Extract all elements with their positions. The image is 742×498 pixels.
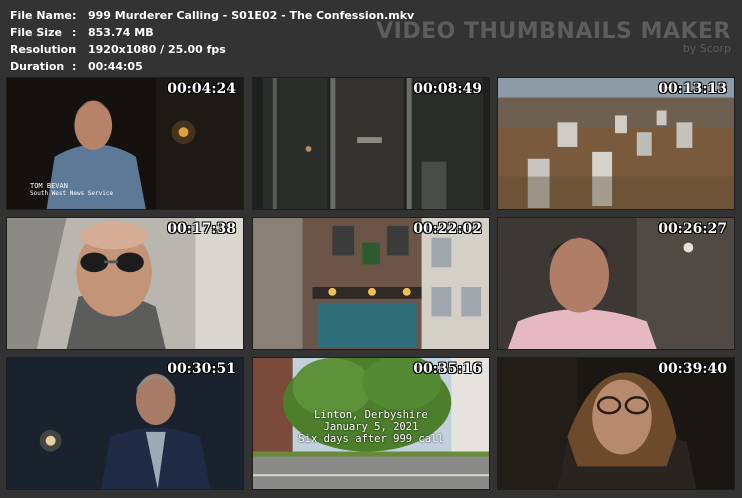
file-info-panel: File Name: 999 Murderer Calling - S01E02 … [10, 7, 414, 75]
thumbnail-5[interactable]: 00:22:02 [252, 217, 490, 350]
lower-third-role: South West News Service [30, 190, 114, 197]
timestamp: 00:17:38 [167, 221, 236, 237]
timestamp: 00:35:16 [413, 361, 482, 377]
file-name-label: File Name [10, 9, 72, 22]
file-name-row: File Name: 999 Murderer Calling - S01E02 … [10, 7, 414, 24]
timestamp: 00:30:51 [167, 361, 236, 377]
scene-aerial-city [498, 78, 734, 209]
thumbnail-8[interactable]: 00:35:16 Linton, Derbyshire January 5, 2… [252, 357, 490, 490]
thumbnail-3[interactable]: 00:13:13 [497, 77, 735, 210]
scene-man-sunglasses-car [7, 218, 243, 349]
location-caption: Linton, Derbyshire January 5, 2021 Six d… [253, 409, 489, 445]
file-size-value: 853.74 MB [88, 26, 154, 39]
resolution-label: Resolution [10, 43, 77, 56]
timestamp: 00:22:02 [413, 221, 482, 237]
duration-row: Duration:00:44:05 [10, 58, 414, 75]
timestamp: 00:08:49 [413, 81, 482, 97]
scene-pub-exterior [253, 218, 489, 349]
scene-man-interview-pink-shirt [498, 218, 734, 349]
caption-line-3: Six days after 999 call [298, 433, 444, 445]
resolution-separator: : [72, 43, 77, 56]
timestamp: 00:13:13 [658, 81, 727, 97]
file-name-value: 999 Murderer Calling - S01E02 - The Conf… [88, 9, 415, 22]
thumbnail-1[interactable]: 00:04:24 TOM BEVAN South West News Servi… [6, 77, 244, 210]
file-size-row: File Size:853.74 MB [10, 24, 414, 41]
thumbnail-2[interactable]: 00:08:49 [252, 77, 490, 210]
timestamp: 00:39:40 [658, 361, 727, 377]
scene-glass-doors [253, 78, 489, 209]
duration-label: Duration [10, 60, 65, 73]
scene-man-interview-suit [7, 358, 243, 489]
file-name-separator: : [72, 9, 77, 22]
duration-value: 00:44:05 [88, 60, 143, 73]
brand-subtitle: by Scorp [682, 42, 731, 55]
brand-watermark: VIDEO THUMBNAILS MAKER by Scorp [376, 20, 731, 55]
thumbnail-4[interactable]: 00:17:38 [6, 217, 244, 350]
timestamp: 00:04:24 [167, 81, 236, 97]
brand-title: VIDEO THUMBNAILS MAKER [376, 19, 731, 44]
timestamp: 00:26:27 [658, 221, 727, 237]
thumbnail-6[interactable]: 00:26:27 [497, 217, 735, 350]
caption-line-1: Linton, Derbyshire [314, 409, 428, 421]
caption-line-2: January 5, 2021 [323, 421, 419, 433]
resolution-row: Resolution: 1920x1080 / 25.00 fps [10, 41, 414, 58]
scene-woman-glasses [498, 358, 734, 489]
thumbnail-7[interactable]: 00:30:51 [6, 357, 244, 490]
file-size-label: File Size [10, 26, 62, 39]
file-size-separator: : [72, 26, 77, 39]
lower-third: TOM BEVAN South West News Service [30, 182, 113, 198]
resolution-value: 1920x1080 / 25.00 fps [88, 43, 226, 56]
lower-third-name: TOM BEVAN [30, 182, 68, 190]
duration-separator: : [72, 60, 77, 73]
thumbnail-9[interactable]: 00:39:40 [497, 357, 735, 490]
